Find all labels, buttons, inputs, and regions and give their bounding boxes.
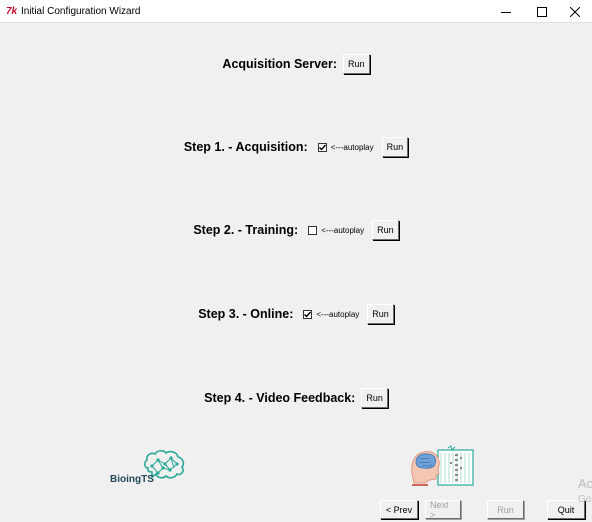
step1-autoplay-checkbox[interactable] [317, 142, 327, 152]
minimize-button[interactable] [489, 0, 523, 23]
step4-row: Step 4. - Video Feedback: Run [0, 387, 592, 409]
step3-label: Step 3. - Online: [198, 307, 294, 321]
window-title: Initial Configuration Wizard [21, 6, 141, 17]
step2-autoplay-label: <---autoplay [321, 225, 365, 235]
acquisition-server-run-button[interactable]: Run [343, 54, 370, 74]
step1-run-button[interactable]: Run [381, 137, 409, 157]
step3-autoplay-checkbox[interactable] [303, 309, 313, 319]
checkmark-icon [318, 144, 326, 151]
step2-row: Step 2. - Training: <---autoplay Run [0, 219, 592, 241]
checkmark-icon [304, 311, 312, 318]
step4-label: Step 4. - Video Feedback: [204, 391, 356, 405]
step3-run-button[interactable]: Run [367, 304, 394, 324]
step3-row: Step 3. - Online: <---autoplay Run [0, 303, 592, 325]
minimize-icon [501, 11, 511, 13]
step2-run-button[interactable]: Run [372, 220, 399, 240]
step2-autoplay-checkbox[interactable] [308, 225, 318, 235]
close-button[interactable] [558, 0, 592, 23]
title-bar: 7k Initial Configuration Wizard [0, 0, 592, 23]
eeg-head-logo-icon [411, 445, 474, 486]
step1-label: Step 1. - Acquisition: [183, 140, 308, 154]
prev-button[interactable]: < Prev [380, 500, 418, 519]
close-icon [570, 6, 580, 17]
step1-autoplay-label: <---autoplay [330, 142, 374, 152]
run-button[interactable]: Run [487, 500, 524, 519]
acquisition-server-row: Acquisition Server: Run [0, 53, 592, 75]
maximize-button[interactable] [525, 0, 559, 23]
step2-label: Step 2. - Training: [193, 223, 299, 237]
bioingts-logo-text: BioingTS [110, 474, 154, 485]
next-button[interactable]: Next > [425, 500, 461, 520]
activation-watermark: Ac Go [578, 476, 592, 505]
step4-run-button[interactable]: Run [361, 388, 388, 408]
app-icon: 7k [6, 6, 18, 17]
acquisition-server-label: Acquisition Server: [222, 57, 338, 71]
step1-row: Step 1. - Acquisition: <---autoplay Run [0, 136, 592, 158]
maximize-icon [537, 6, 547, 17]
step3-autoplay-label: <---autoplay [316, 309, 360, 319]
